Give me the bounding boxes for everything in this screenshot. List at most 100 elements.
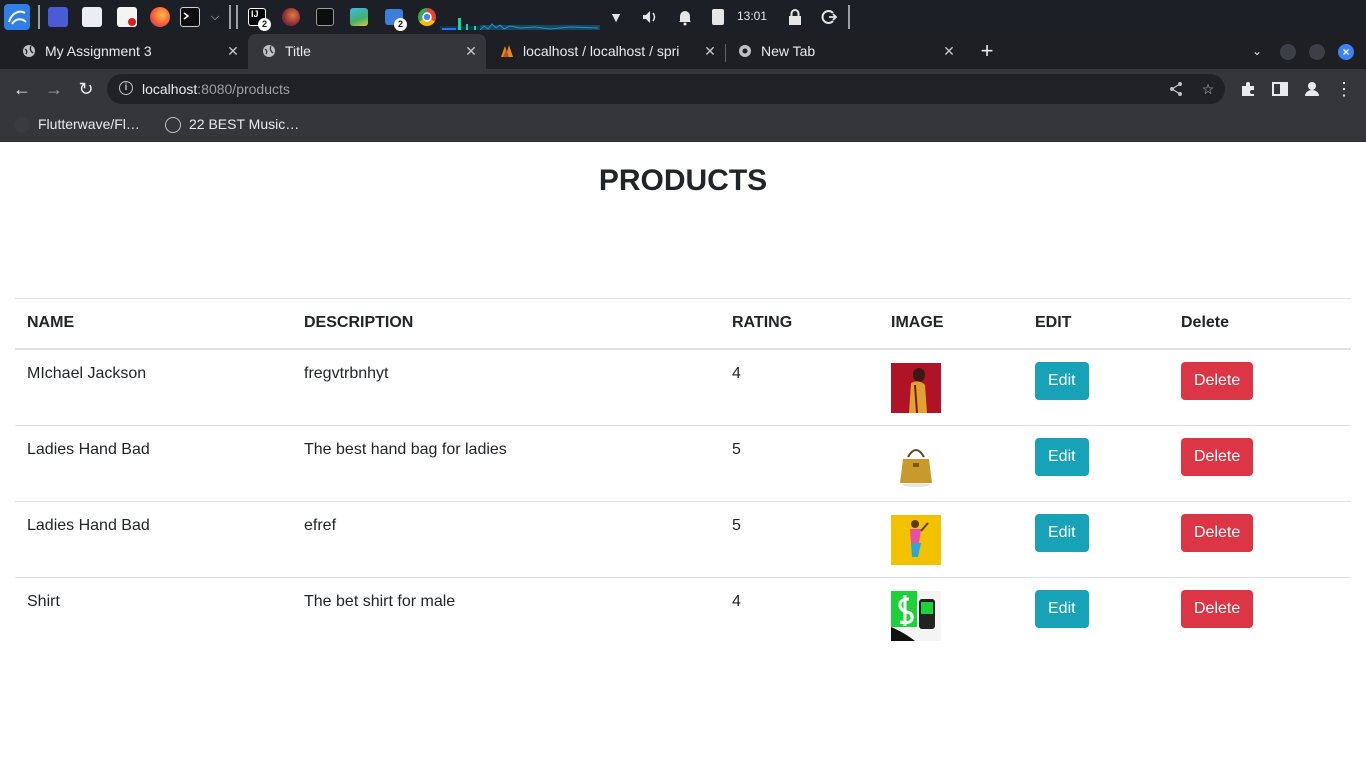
file-manager-icon[interactable] xyxy=(82,7,102,27)
product-rating: 5 xyxy=(720,501,879,578)
edit-cell: Edit xyxy=(1023,501,1169,578)
table-row: Shirt The bet shirt for male 4 Edit Dele… xyxy=(15,577,1351,653)
tab-my-assignment[interactable]: My Assignment 3 ✕ xyxy=(8,34,246,69)
edit-cell: Edit xyxy=(1023,425,1169,502)
tab-phpmyadmin[interactable]: localhost / localhost / spri ✕ xyxy=(486,34,724,69)
taskbar-separator xyxy=(848,5,850,29)
browser-toolbar: ← → ↻ i localhost:8080/products ☆ ⋮ xyxy=(0,69,1366,109)
product-name: Ladies Hand Bad xyxy=(15,425,292,502)
globe-icon xyxy=(23,45,35,57)
tab-title: Title xyxy=(285,43,311,59)
bookmark-label: 22 BEST Music… xyxy=(189,116,300,132)
text-editor-icon[interactable] xyxy=(117,7,137,27)
table-row: Ladies Hand Bad efref 5 Edit Delete xyxy=(15,501,1351,578)
battery-icon xyxy=(712,9,724,25)
taskbar-separator xyxy=(38,5,40,29)
logout-icon[interactable] xyxy=(819,7,839,27)
close-tab-icon[interactable]: ✕ xyxy=(462,42,480,60)
chrome-icon xyxy=(739,45,751,57)
table-row: Ladies Hand Bad The best hand bag for la… xyxy=(15,425,1351,502)
product-name: Ladies Hand Bad xyxy=(15,501,292,578)
clock[interactable]: 13:01 xyxy=(737,9,767,23)
os-taskbar: ⌵ IJ 2 2 ▼ 13:01 xyxy=(0,0,1366,34)
close-window-button[interactable]: × xyxy=(1338,44,1354,60)
workspace-icon[interactable] xyxy=(48,7,68,27)
edit-button[interactable]: Edit xyxy=(1035,438,1089,476)
product-rating: 4 xyxy=(720,577,879,653)
network-icon[interactable]: ▼ xyxy=(606,7,626,27)
lock-icon[interactable] xyxy=(785,7,805,27)
tab-title: New Tab xyxy=(761,43,816,59)
delete-cell: Delete xyxy=(1169,577,1351,653)
column-header-image: IMAGE xyxy=(879,298,1023,350)
tab-search-chevron-icon[interactable]: ⌄ xyxy=(1248,42,1266,60)
bookmarks-bar: Flutterwave/Fl… 22 BEST Music… xyxy=(0,109,1366,142)
delete-button[interactable]: Delete xyxy=(1181,362,1254,400)
product-name: MIchael Jackson xyxy=(15,348,292,426)
terminal-icon[interactable] xyxy=(180,7,200,27)
tab-title: My Assignment 3 xyxy=(45,43,152,59)
delete-button[interactable]: Delete xyxy=(1181,514,1254,552)
url-text[interactable]: localhost:8080/products xyxy=(142,81,290,97)
product-image-cell xyxy=(879,425,1023,502)
phpmyadmin-icon xyxy=(501,45,513,57)
back-arrow-icon[interactable]: ← xyxy=(11,78,33,100)
product-rating: 4 xyxy=(720,348,879,426)
firefox-icon[interactable] xyxy=(150,7,170,27)
reload-icon[interactable]: ↻ xyxy=(75,78,97,100)
profile-avatar-icon[interactable] xyxy=(1301,78,1323,100)
extensions-puzzle-icon[interactable] xyxy=(1237,78,1259,100)
page-title: PRODUCTS xyxy=(598,164,768,197)
dropdown-icon[interactable]: ⌵ xyxy=(205,7,225,27)
edit-button[interactable]: Edit xyxy=(1035,362,1089,400)
product-description: fregvtrbnhyt xyxy=(292,348,720,426)
product-image-cell xyxy=(879,501,1023,578)
edit-button[interactable]: Edit xyxy=(1035,514,1089,552)
tab-new-tab[interactable]: New Tab ✕ xyxy=(724,34,962,69)
address-bar[interactable]: i localhost:8080/products ☆ xyxy=(107,74,1225,104)
edit-cell: Edit xyxy=(1023,577,1169,653)
cpu-usage-graph xyxy=(440,18,600,30)
forward-arrow-icon[interactable]: → xyxy=(43,78,65,100)
close-tab-icon[interactable]: ✕ xyxy=(940,42,958,60)
notification-icon[interactable] xyxy=(675,7,695,27)
column-header-edit: EDIT xyxy=(1023,298,1169,350)
bookmark-label: Flutterwave/Fl… xyxy=(38,116,140,132)
column-header-description: DESCRIPTION xyxy=(292,298,720,350)
delete-button[interactable]: Delete xyxy=(1181,590,1254,628)
delete-cell: Delete xyxy=(1169,348,1351,426)
browser-menu-kebab-icon[interactable]: ⋮ xyxy=(1333,78,1355,100)
bookmark-star-icon[interactable]: ☆ xyxy=(1199,80,1217,98)
tab-title-active[interactable]: Title ✕ xyxy=(248,34,486,69)
image-viewer-icon[interactable] xyxy=(350,8,368,26)
new-tab-button[interactable]: + xyxy=(977,40,997,62)
url-host: localhost xyxy=(142,81,198,97)
kali-menu-icon[interactable] xyxy=(4,4,30,30)
firefox-window-icon[interactable] xyxy=(282,8,300,26)
bookmark-flutterwave[interactable]: Flutterwave/Fl… xyxy=(14,115,164,135)
table-row: MIchael Jackson fregvtrbnhyt 4 Edit Dele… xyxy=(15,348,1351,426)
product-image-cell xyxy=(879,348,1023,426)
share-icon[interactable] xyxy=(1167,80,1185,98)
edit-cell: Edit xyxy=(1023,348,1169,426)
terminal-window-icon[interactable] xyxy=(316,8,334,26)
product-photo-dancer xyxy=(891,515,941,565)
column-header-rating: RATING xyxy=(720,298,879,350)
maximize-button[interactable] xyxy=(1309,44,1325,60)
tab-divider xyxy=(725,44,726,62)
product-photo-handbag xyxy=(891,439,941,489)
side-panel-icon[interactable] xyxy=(1269,78,1291,100)
close-tab-icon[interactable]: ✕ xyxy=(701,42,719,60)
taskbar-separator xyxy=(236,5,238,29)
close-tab-icon[interactable]: ✕ xyxy=(224,42,242,60)
volume-icon[interactable] xyxy=(640,7,660,27)
chrome-icon[interactable] xyxy=(418,8,436,26)
site-info-icon[interactable]: i xyxy=(119,81,133,95)
minimize-button[interactable] xyxy=(1280,44,1296,60)
delete-cell: Delete xyxy=(1169,425,1351,502)
bookmark-music[interactable]: 22 BEST Music… xyxy=(165,115,315,135)
edit-button[interactable]: Edit xyxy=(1035,590,1089,628)
product-description: The best hand bag for ladies xyxy=(292,425,720,502)
delete-button[interactable]: Delete xyxy=(1181,438,1254,476)
product-image-cell xyxy=(879,577,1023,653)
